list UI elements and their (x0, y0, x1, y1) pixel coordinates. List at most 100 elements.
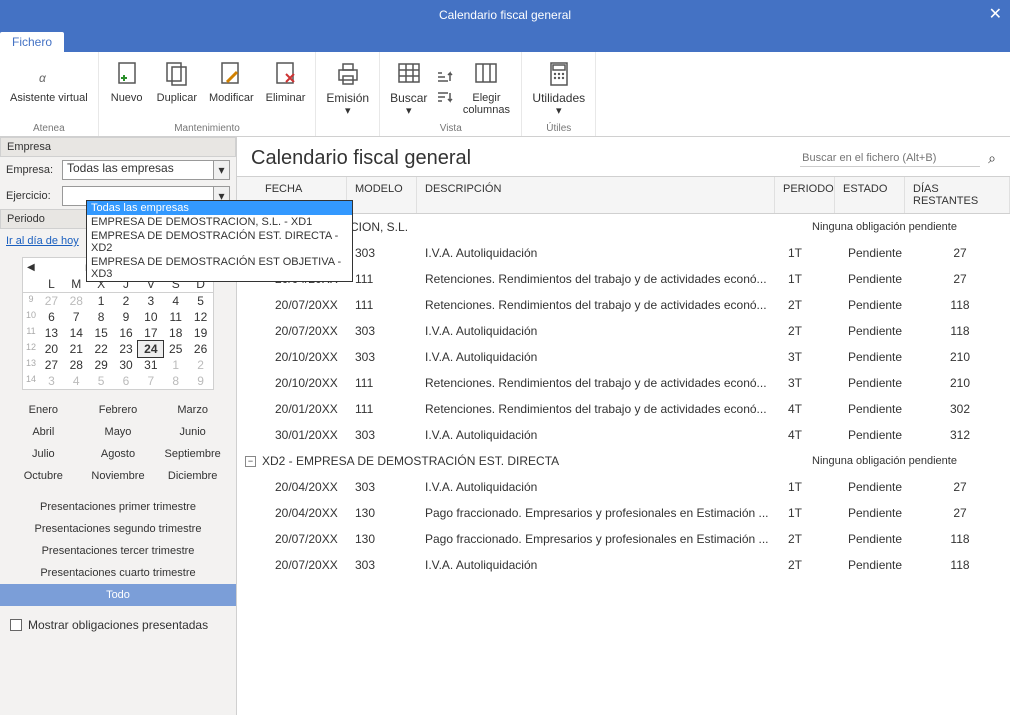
calendar-day[interactable]: 11 (163, 309, 188, 325)
tab-fichero[interactable]: Fichero (0, 32, 64, 52)
elegir-columnas-button[interactable]: Elegir columnas (457, 56, 515, 121)
calendar-day[interactable]: 8 (89, 309, 114, 325)
month-link[interactable]: Junio (155, 426, 230, 438)
calendar-day[interactable]: 24 (138, 341, 163, 357)
month-link[interactable]: Abril (6, 426, 81, 438)
quick-filter[interactable]: Presentaciones segundo trimestre (0, 518, 236, 540)
calendar-day[interactable]: 13 (39, 325, 64, 341)
dropdown-item[interactable]: EMPRESA DE DEMOSTRACIÓN EST OBJETIVA - X… (87, 255, 352, 281)
table-row[interactable]: 30/01/20XX303I.V.A. Autoliquidación4TPen… (237, 422, 1010, 448)
month-link[interactable]: Diciembre (155, 470, 230, 482)
nuevo-button[interactable]: Nuevo (105, 56, 149, 121)
calendar-day[interactable]: 21 (64, 341, 89, 357)
duplicar-button[interactable]: Duplicar (153, 56, 201, 121)
col-estado[interactable]: ESTADO (835, 177, 905, 213)
asistente-virtual-button[interactable]: α Asistente virtual (6, 56, 92, 121)
calendar-day[interactable]: 8 (163, 373, 188, 389)
calendar-day[interactable]: 28 (64, 357, 89, 373)
sort-asc-button[interactable] (435, 69, 453, 88)
table-row[interactable]: 20/01/20XX111Retenciones. Rendimientos d… (237, 396, 1010, 422)
calendar-day[interactable]: 6 (39, 309, 64, 325)
calendar-day[interactable]: 9 (114, 309, 139, 325)
calendar-day[interactable]: 12 (188, 309, 213, 325)
calendar-day[interactable]: 7 (64, 309, 89, 325)
calendar-day[interactable]: 31 (138, 357, 163, 373)
calendar-day[interactable]: 4 (163, 293, 188, 309)
month-link[interactable]: Septiembre (155, 448, 230, 460)
search-input[interactable] (800, 150, 980, 167)
dropdown-item[interactable]: EMPRESA DE DEMOSTRACIÓN EST. DIRECTA - X… (87, 229, 352, 255)
calendar-day[interactable]: 26 (188, 341, 213, 357)
col-dias[interactable]: DÍAS RESTANTES (905, 177, 1010, 213)
calendar-day[interactable]: 16 (114, 325, 139, 341)
calendar-day[interactable]: 29 (89, 357, 114, 373)
quick-filter[interactable]: Presentaciones primer trimestre (0, 496, 236, 518)
calendar-day[interactable]: 2 (114, 293, 139, 309)
table-row[interactable]: 20/04/20XX130Pago fraccionado. Empresari… (237, 500, 1010, 526)
eliminar-button[interactable]: Eliminar (262, 56, 310, 121)
month-link[interactable]: Enero (6, 404, 81, 416)
dropdown-item[interactable]: EMPRESA DE DEMOSTRACION, S.L. - XD1 (87, 215, 352, 229)
calendar-day[interactable]: 25 (163, 341, 188, 357)
calendar-day[interactable]: 1 (89, 293, 114, 309)
modificar-button[interactable]: Modificar (205, 56, 258, 121)
month-link[interactable]: Mayo (81, 426, 156, 438)
table-row[interactable]: 20/10/20XX111Retenciones. Rendimientos d… (237, 370, 1010, 396)
calendar-day[interactable]: 27 (39, 357, 64, 373)
prev-month-icon[interactable]: ◀ (27, 262, 35, 273)
quick-filter[interactable]: Todo (0, 584, 236, 606)
calendar-day[interactable]: 5 (89, 373, 114, 389)
col-periodo[interactable]: PERIODO (775, 177, 835, 213)
quick-filter[interactable]: Presentaciones cuarto trimestre (0, 562, 236, 584)
calendar-day[interactable]: 17 (138, 325, 163, 341)
group-header[interactable]: −XD2 - EMPRESA DE DEMOSTRACIÓN EST. DIRE… (237, 448, 1010, 474)
calendar-day[interactable]: 1 (163, 357, 188, 373)
table-row[interactable]: 20/07/20XX303I.V.A. Autoliquidación2TPen… (237, 552, 1010, 578)
calendar-day[interactable]: 30 (114, 357, 139, 373)
table-row[interactable]: 20/07/20XX111Retenciones. Rendimientos d… (237, 292, 1010, 318)
month-link[interactable]: Febrero (81, 404, 156, 416)
calendar-day[interactable]: 6 (114, 373, 139, 389)
calendar-day[interactable]: 10 (138, 309, 163, 325)
calendar-day[interactable]: 23 (114, 341, 139, 357)
calendar-day[interactable]: 19 (188, 325, 213, 341)
calendar-day[interactable]: 15 (89, 325, 114, 341)
calendar-day[interactable]: 2 (188, 357, 213, 373)
show-presented-checkbox[interactable]: Mostrar obligaciones presentadas (0, 610, 236, 640)
calendar-day[interactable]: 22 (89, 341, 114, 357)
table-row[interactable]: 20/07/20XX303I.V.A. Autoliquidación2TPen… (237, 318, 1010, 344)
month-link[interactable]: Marzo (155, 404, 230, 416)
calendar-day[interactable]: 27 (39, 293, 64, 309)
quick-filters: Presentaciones primer trimestrePresentac… (0, 496, 236, 606)
table-row[interactable]: 20/10/20XX303I.V.A. Autoliquidación3TPen… (237, 344, 1010, 370)
month-link[interactable]: Agosto (81, 448, 156, 460)
dropdown-item[interactable]: Todas las empresas (87, 201, 352, 215)
calendar-day[interactable]: 14 (64, 325, 89, 341)
search-icon[interactable]: ⌕ (988, 150, 996, 167)
table-row[interactable]: 20/04/20XX303I.V.A. Autoliquidación1TPen… (237, 474, 1010, 500)
calendar-day[interactable]: 5 (188, 293, 213, 309)
close-icon[interactable]: ✕ (989, 4, 1002, 24)
empresa-combo[interactable]: Todas las empresas▾ (62, 160, 230, 180)
sort-desc-button[interactable] (435, 89, 453, 108)
calendar-day[interactable]: 20 (39, 341, 64, 357)
col-modelo[interactable]: MODELO (347, 177, 417, 213)
month-link[interactable]: Julio (6, 448, 81, 460)
quick-filter[interactable]: Presentaciones tercer trimestre (0, 540, 236, 562)
checkbox-icon (10, 619, 22, 631)
emision-button[interactable]: Emisión▾ (322, 56, 373, 121)
calendar-day[interactable]: 28 (64, 293, 89, 309)
month-link[interactable]: Noviembre (81, 470, 156, 482)
month-link[interactable]: Octubre (6, 470, 81, 482)
table-row[interactable]: 20/07/20XX130Pago fraccionado. Empresari… (237, 526, 1010, 552)
calendar-day[interactable]: 18 (163, 325, 188, 341)
buscar-button[interactable]: Buscar▾ (386, 56, 431, 121)
utilidades-button[interactable]: Utilidades▾ (528, 56, 589, 121)
calendar-day[interactable]: 9 (188, 373, 213, 389)
calendar-day[interactable]: 7 (138, 373, 163, 389)
collapse-icon[interactable]: − (245, 456, 256, 467)
calendar-day[interactable]: 3 (39, 373, 64, 389)
col-desc[interactable]: DESCRIPCIÓN (417, 177, 775, 213)
calendar-day[interactable]: 4 (64, 373, 89, 389)
calendar-day[interactable]: 3 (138, 293, 163, 309)
